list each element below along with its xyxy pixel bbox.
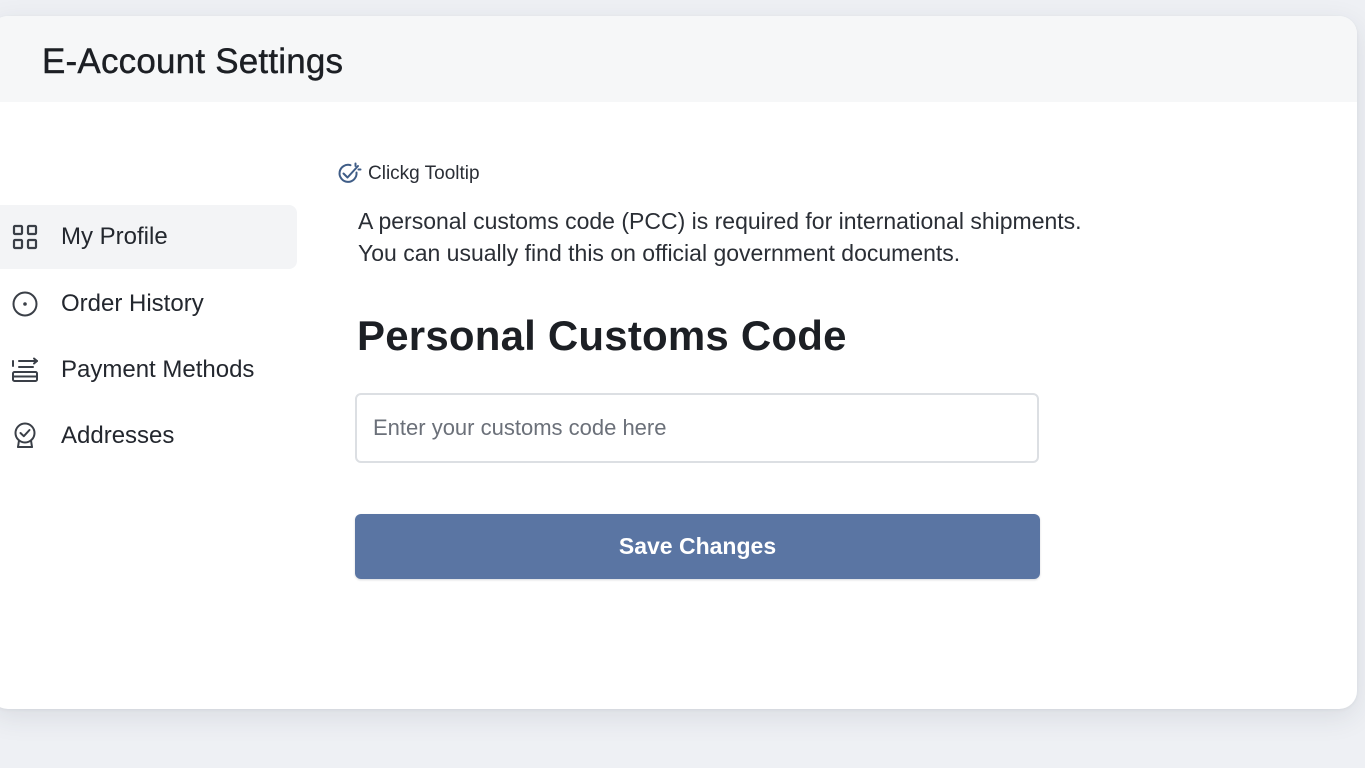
sidebar-item-my-profile[interactable]: My Profile — [0, 205, 297, 269]
help-text: A personal customs code (PCC) is require… — [358, 205, 1082, 269]
sidebar-item-label: Payment Methods — [61, 356, 255, 383]
help-text-line: You can usually find this on official go… — [358, 240, 961, 266]
tooltip-label: Clickg Tooltip — [368, 163, 480, 184]
page-title: E-Account Settings — [42, 42, 344, 81]
settings-window: E-Account Settings My Profile Order Hist… — [0, 16, 1357, 709]
grid-icon — [10, 222, 40, 252]
sidebar-item-label: Addresses — [61, 422, 175, 449]
check-sparkle-icon — [336, 161, 362, 187]
sidebar-item-label: My Profile — [61, 223, 168, 250]
circle-dot-icon — [10, 289, 40, 319]
help-text-line: A personal customs code (PCC) is require… — [358, 208, 1082, 234]
location-check-icon — [10, 421, 40, 451]
header-bar: E-Account Settings — [0, 16, 1357, 102]
section-title: Personal Customs Code — [357, 312, 847, 359]
tooltip-trigger[interactable]: Clickg Tooltip — [336, 161, 480, 187]
sidebar-item-order-history[interactable]: Order History — [0, 272, 297, 336]
transfer-list-icon — [10, 355, 40, 385]
customs-code-input[interactable] — [355, 393, 1039, 463]
save-button[interactable]: Save Changes — [355, 514, 1040, 579]
sidebar-item-label: Order History — [61, 290, 204, 317]
sidebar-item-addresses[interactable]: Addresses — [0, 404, 297, 468]
sidebar-item-payment-methods[interactable]: Payment Methods — [0, 338, 297, 402]
